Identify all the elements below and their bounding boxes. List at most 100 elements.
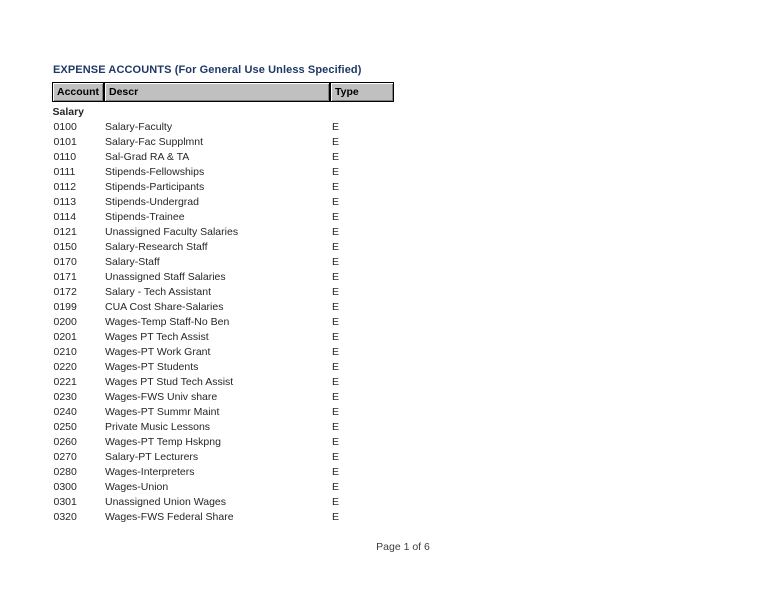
cell-descr: Wages-PT Summr Maint [105, 406, 220, 418]
table-row[interactable]: 0260 Wages-PT Temp Hskpng E [53, 435, 394, 450]
cell-descr: Wages-FWS Univ share [105, 391, 218, 403]
cell-type: E [332, 361, 340, 373]
table-row[interactable]: 0320 Wages-FWS Federal Share E [53, 510, 394, 525]
cell-account: 0301 [53, 496, 77, 508]
group-header-row: Salary [53, 102, 394, 121]
report-page: EXPENSE ACCOUNTS (For General Use Unless… [0, 0, 768, 593]
cell-account: 0270 [53, 451, 77, 463]
cell-type: E [332, 451, 340, 463]
cell-descr: Salary-Fac Supplmnt [105, 136, 204, 148]
cell-type: E [332, 271, 340, 283]
table-row[interactable]: 0201 Wages PT Tech Assist E [53, 330, 394, 345]
cell-account: 0210 [53, 346, 77, 358]
table-row[interactable]: 0220 Wages-PT Students E [53, 360, 394, 375]
table-row[interactable]: 0170 Salary-Staff E [53, 255, 394, 270]
cell-account: 0114 [53, 211, 77, 223]
page-indicator: Page 1 of 6 [376, 541, 430, 553]
cell-account: 0201 [53, 331, 77, 343]
cell-descr: Stipends-Participants [105, 181, 205, 193]
cell-account: 0230 [53, 391, 77, 403]
cell-account: 0111 [53, 166, 76, 178]
cell-descr: Salary-Research Staff [105, 241, 208, 253]
cell-type: E [332, 466, 340, 478]
cell-type: E [332, 286, 340, 298]
cell-descr: Salary-PT Lecturers [105, 451, 199, 463]
cell-type: E [332, 121, 340, 133]
accounts-table: Account Descr Type Salary 0100 Salary-Facu… [52, 82, 394, 525]
cell-descr: Unassigned Staff Salaries [105, 271, 226, 283]
cell-type: E [332, 391, 340, 403]
cell-type: E [332, 166, 340, 178]
cell-descr: Unassigned Faculty Salaries [105, 226, 239, 238]
cell-descr: Wages-Temp Staff-No Ben [105, 316, 230, 328]
cell-descr: Stipends-Undergrad [105, 196, 199, 208]
cell-type: E [332, 211, 340, 223]
table-row[interactable]: 0280 Wages-Interpreters E [53, 465, 394, 480]
cell-account: 0101 [53, 136, 77, 148]
cell-account: 0320 [53, 511, 77, 523]
cell-account: 0260 [53, 436, 77, 448]
table-row[interactable]: 0100 Salary-Faculty E [53, 120, 394, 135]
column-header-descr[interactable]: Descr [103, 82, 331, 102]
cell-type: E [332, 376, 340, 388]
table-row[interactable]: 0301 Unassigned Union Wages E [53, 495, 394, 510]
cell-descr: Wages-FWS Federal Share [105, 511, 234, 523]
cell-descr: Wages-PT Temp Hskpng [105, 436, 221, 448]
table-row[interactable]: 0240 Wages-PT Summr Maint E [53, 405, 394, 420]
cell-descr: Stipends-Trainee [105, 211, 185, 223]
table-body: Salary 0100 Salary-Faculty E 0101 Salary-Fac … [53, 102, 394, 526]
table-row[interactable]: 0250 Private Music Lessons E [53, 420, 394, 435]
cell-account: 0280 [53, 466, 77, 478]
table-row[interactable]: 0199 CUA Cost Share-Salaries E [53, 300, 394, 315]
cell-type: E [332, 316, 340, 328]
cell-type: E [332, 511, 340, 523]
cell-account: 0300 [53, 481, 77, 493]
cell-type: E [332, 436, 340, 448]
cell-type: E [332, 346, 340, 358]
cell-account: 0100 [53, 121, 77, 133]
table-row[interactable]: 0210 Wages-PT Work Grant E [53, 345, 394, 360]
column-header-type[interactable]: Type [329, 82, 394, 102]
table-row[interactable]: 0101 Salary-Fac Supplmnt E [53, 135, 394, 150]
cell-account: 0112 [53, 181, 77, 193]
cell-account: 0221 [53, 376, 77, 388]
table-row[interactable]: 0121 Unassigned Faculty Salaries E [53, 225, 394, 240]
cell-descr: Salary - Tech Assistant [105, 286, 212, 298]
table-row[interactable]: 0200 Wages-Temp Staff-No Ben E [53, 315, 394, 330]
cell-descr: Private Music Lessons [105, 421, 211, 433]
cell-descr: Wages PT Stud Tech Assist [105, 376, 234, 388]
table-row[interactable]: 0172 Salary - Tech Assistant E [53, 285, 394, 300]
table-row[interactable]: 0270 Salary-PT Lecturers E [53, 450, 394, 465]
cell-type: E [332, 136, 340, 148]
table-row[interactable]: 0111 Stipends-Fellowships E [53, 165, 394, 180]
cell-descr: Wages PT Tech Assist [105, 331, 209, 343]
cell-type: E [332, 496, 340, 508]
cell-account: 0171 [53, 271, 77, 283]
cell-descr: Wages-Union [105, 481, 169, 493]
table-row[interactable]: 0150 Salary-Research Staff E [53, 240, 394, 255]
cell-account: 0199 [53, 301, 77, 313]
cell-descr: Wages-PT Work Grant [105, 346, 211, 358]
column-header-account[interactable]: Account [52, 82, 105, 102]
table-row[interactable]: 0112 Stipends-Participants E [53, 180, 394, 195]
cell-descr: Salary-Faculty [105, 121, 173, 133]
table-row[interactable]: 0113 Stipends-Undergrad E [53, 195, 394, 210]
table-row[interactable]: 0230 Wages-FWS Univ share E [53, 390, 394, 405]
cell-account: 0113 [53, 196, 77, 208]
cell-account: 0220 [53, 361, 77, 373]
table-row[interactable]: 0114 Stipends-Trainee E [53, 210, 394, 225]
table-row[interactable]: 0221 Wages PT Stud Tech Assist E [53, 375, 394, 390]
table-row[interactable]: 0300 Wages-Union E [53, 480, 394, 495]
table-row[interactable]: 0110 Sal-Grad RA & TA E [53, 150, 394, 165]
cell-account: 0150 [53, 241, 77, 253]
cell-type: E [332, 331, 340, 343]
cell-type: E [332, 256, 340, 268]
cell-type: E [332, 481, 340, 493]
cell-type: E [332, 421, 340, 433]
table-header: Account Descr Type [52, 82, 394, 102]
cell-descr: Stipends-Fellowships [105, 166, 205, 178]
table-row[interactable]: 0171 Unassigned Staff Salaries E [53, 270, 394, 285]
cell-type: E [332, 226, 340, 238]
cell-descr: Wages-PT Students [105, 361, 199, 373]
cell-account: 0170 [53, 256, 77, 268]
